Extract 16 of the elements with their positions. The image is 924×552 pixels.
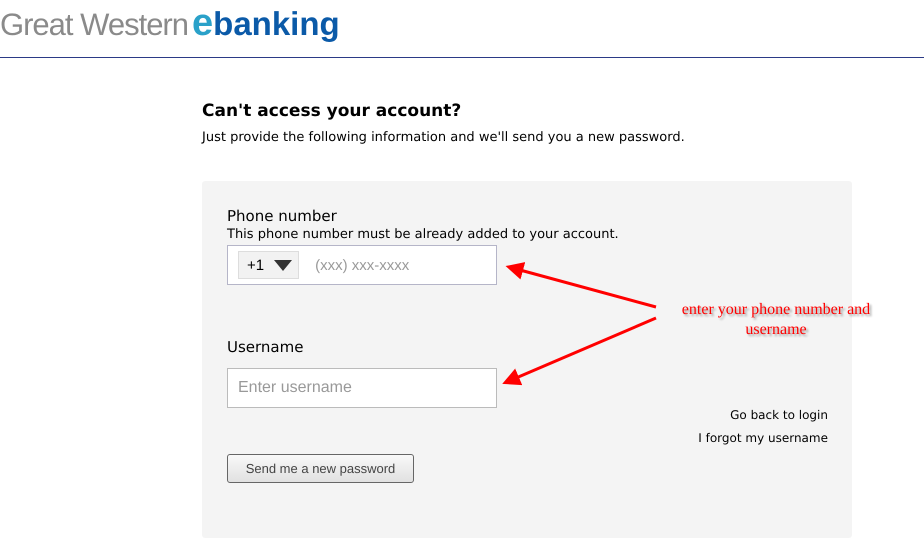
send-password-button[interactable]: Send me a new password bbox=[227, 454, 414, 483]
caret-icon bbox=[274, 260, 292, 270]
logo-product-text: banking bbox=[213, 5, 340, 43]
logo-mark: e bbox=[192, 2, 214, 45]
page-heading: Can't access your account? bbox=[202, 100, 462, 122]
username-label: Username bbox=[227, 337, 304, 357]
phone-hint: This phone number must be already added to your account. bbox=[227, 226, 619, 243]
intro-text: Just provide the following information and we'll send you a new password. bbox=[202, 130, 686, 145]
phone-field[interactable]: +1 (xxx) xxx-xxxx bbox=[227, 245, 497, 285]
help-link[interactable]: Go back to login bbox=[730, 408, 828, 422]
logo-brand-text: Great Western bbox=[0, 7, 188, 43]
annotation-text: enter your phone number and username bbox=[680, 300, 872, 340]
phone-label: Phone number bbox=[227, 206, 337, 226]
help-link[interactable]: I forgot my username bbox=[698, 431, 828, 445]
country-code-dropdown[interactable]: +1 bbox=[238, 251, 300, 279]
username-field[interactable]: Enter username bbox=[227, 368, 497, 408]
